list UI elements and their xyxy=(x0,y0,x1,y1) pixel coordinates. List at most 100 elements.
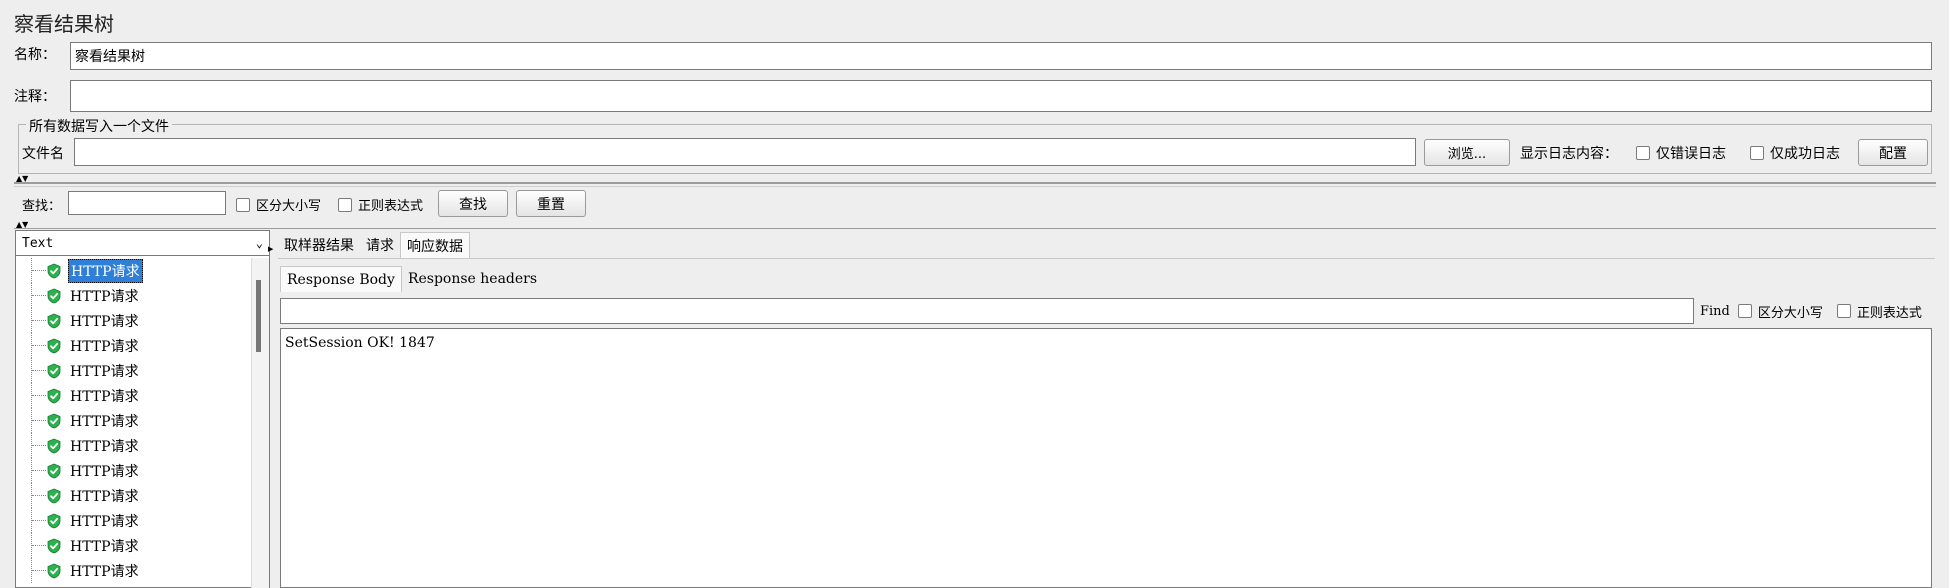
errors-only-box[interactable] xyxy=(1636,146,1650,160)
log-content-label: 显示日志内容： xyxy=(1520,146,1618,162)
response-find-label: Find xyxy=(1700,303,1730,319)
tree-item[interactable]: HTTP请求 xyxy=(16,558,250,583)
tree-item-label[interactable]: HTTP请求 xyxy=(68,560,141,582)
response-regex-checkbox[interactable]: 正则表达式 xyxy=(1836,302,1922,321)
response-find-input[interactable] xyxy=(280,298,1694,324)
name-row: 名称： xyxy=(14,44,70,64)
tree-item-label[interactable]: HTTP请求 xyxy=(68,435,141,457)
renderer-select[interactable]: Text ⌄ xyxy=(15,230,270,256)
tree-item-label[interactable]: HTTP请求 xyxy=(68,410,141,432)
result-tabs: 取样器结果 请求 响应数据 xyxy=(278,232,470,258)
response-case-checkbox[interactable]: 区分大小写 xyxy=(1737,302,1823,321)
tree-item-label[interactable]: HTTP请求 xyxy=(68,535,141,557)
tree-item[interactable]: HTTP请求 xyxy=(16,333,250,358)
tree-connector-dots xyxy=(32,520,46,521)
search-case-checkbox[interactable]: 区分大小写 xyxy=(236,195,321,214)
tab-response-headers[interactable]: Response headers xyxy=(402,266,543,292)
success-shield-icon xyxy=(46,363,62,379)
response-case-box[interactable] xyxy=(1737,304,1752,318)
top-splitter[interactable] xyxy=(14,182,1936,184)
tree-item[interactable]: HTTP请求 xyxy=(16,458,250,483)
response-find-options: Find 区分大小写 正则表达式 xyxy=(1700,298,1922,324)
comment-row: 注释： xyxy=(14,86,56,106)
tree-connector-dots xyxy=(32,370,46,371)
tree-connector-dots xyxy=(32,570,46,571)
tree-item-label[interactable]: HTTP请求 xyxy=(68,335,141,357)
tree-item[interactable]: HTTP请求 xyxy=(16,433,250,458)
search-case-label: 区分大小写 xyxy=(256,199,322,214)
search-input[interactable] xyxy=(68,191,226,215)
tree-connector-dots xyxy=(32,420,46,421)
reset-button[interactable]: 重置 xyxy=(516,190,586,217)
tree-item-label[interactable]: HTTP请求 xyxy=(68,360,141,382)
success-shield-icon xyxy=(46,438,62,454)
middle-splitter[interactable] xyxy=(14,228,1936,229)
chevron-down-icon: ⌄ xyxy=(255,236,263,250)
tree-connector-dots xyxy=(32,495,46,496)
search-regex-checkbox[interactable]: 正则表达式 xyxy=(338,195,423,214)
success-only-box[interactable] xyxy=(1750,146,1764,160)
search-case-box[interactable] xyxy=(236,197,250,212)
tree-item[interactable]: HTTP请求 xyxy=(16,258,250,283)
tree-item-label[interactable]: HTTP请求 xyxy=(68,485,141,507)
response-regex-box[interactable] xyxy=(1836,304,1851,318)
tree-item[interactable]: HTTP请求 xyxy=(16,358,250,383)
tab-sampler-result[interactable]: 取样器结果 xyxy=(278,232,360,258)
tree-connector-dots xyxy=(32,295,46,296)
tree-item[interactable]: HTTP请求 xyxy=(16,533,250,558)
tree-item[interactable]: HTTP请求 xyxy=(16,508,250,533)
tab-request[interactable]: 请求 xyxy=(360,232,400,258)
success-shield-icon xyxy=(46,513,62,529)
tree-item[interactable]: HTTP请求 xyxy=(16,408,250,433)
renderer-select-value: Text xyxy=(22,235,54,251)
success-shield-icon xyxy=(46,388,62,404)
page-title: 察看结果树 xyxy=(14,12,114,36)
name-label: 名称： xyxy=(14,47,56,63)
tree-item[interactable]: HTTP请求 xyxy=(16,308,250,333)
success-shield-icon xyxy=(46,288,62,304)
success-shield-icon xyxy=(46,538,62,554)
tree-item-label[interactable]: HTTP请求 xyxy=(68,285,141,307)
success-shield-icon xyxy=(46,338,62,354)
tree-scrollbar-thumb[interactable] xyxy=(256,280,261,352)
tree-connector-dots xyxy=(32,270,46,271)
view-results-tree-window: 察看结果树 名称： 注释： 所有数据写入一个文件 文件名 浏览... 显示日志内… xyxy=(0,0,1949,588)
results-tree: HTTP请求 HTTP请求 HTTP请求 HTTP请求 HTTP请求 HTTP请求 HTTP… xyxy=(16,258,250,588)
tab-response-body[interactable]: Response Body xyxy=(280,266,402,292)
success-shield-icon xyxy=(46,563,62,579)
name-input[interactable] xyxy=(70,42,1932,70)
search-regex-label: 正则表达式 xyxy=(358,199,424,214)
comment-input[interactable] xyxy=(70,80,1932,112)
comment-label: 注释： xyxy=(14,89,56,105)
success-only-label: 仅成功日志 xyxy=(1770,146,1840,162)
search-label: 查找： xyxy=(22,199,62,214)
success-only-checkbox[interactable]: 仅成功日志 xyxy=(1750,143,1840,163)
find-button[interactable]: 查找 xyxy=(438,190,508,217)
errors-only-checkbox[interactable]: 仅错误日志 xyxy=(1636,143,1726,163)
tree-item[interactable]: HTTP请求 xyxy=(16,483,250,508)
tree-item-label[interactable]: HTTP请求 xyxy=(68,310,141,332)
success-shield-icon xyxy=(46,463,62,479)
tree-connector-dots xyxy=(32,395,46,396)
tree-connector-dots xyxy=(32,345,46,346)
panel-split-arrows-icon[interactable]: ▶ xyxy=(268,246,273,253)
tree-connector-dots xyxy=(32,445,46,446)
tree-item-label[interactable]: HTTP请求 xyxy=(68,385,141,407)
search-regex-box[interactable] xyxy=(338,197,352,212)
response-body-text[interactable]: SetSession OK! 1847 xyxy=(280,328,1932,588)
success-shield-icon xyxy=(46,413,62,429)
config-button[interactable]: 配置 xyxy=(1858,139,1928,166)
browse-button[interactable]: 浏览... xyxy=(1424,139,1510,166)
tree-item[interactable]: HTTP请求 xyxy=(16,283,250,308)
filename-input[interactable] xyxy=(74,138,1416,166)
tree-item[interactable]: HTTP请求 xyxy=(16,383,250,408)
file-group-legend: 所有数据写入一个文件 xyxy=(26,116,172,136)
tree-item-label[interactable]: HTTP请求 xyxy=(68,258,143,283)
response-regex-label: 正则表达式 xyxy=(1856,305,1922,321)
tab-response-data[interactable]: 响应数据 xyxy=(400,232,470,258)
success-shield-icon xyxy=(46,488,62,504)
tree-connector-dots xyxy=(32,320,46,321)
success-shield-icon xyxy=(46,313,62,329)
tree-item-label[interactable]: HTTP请求 xyxy=(68,510,141,532)
tree-item-label[interactable]: HTTP请求 xyxy=(68,460,141,482)
